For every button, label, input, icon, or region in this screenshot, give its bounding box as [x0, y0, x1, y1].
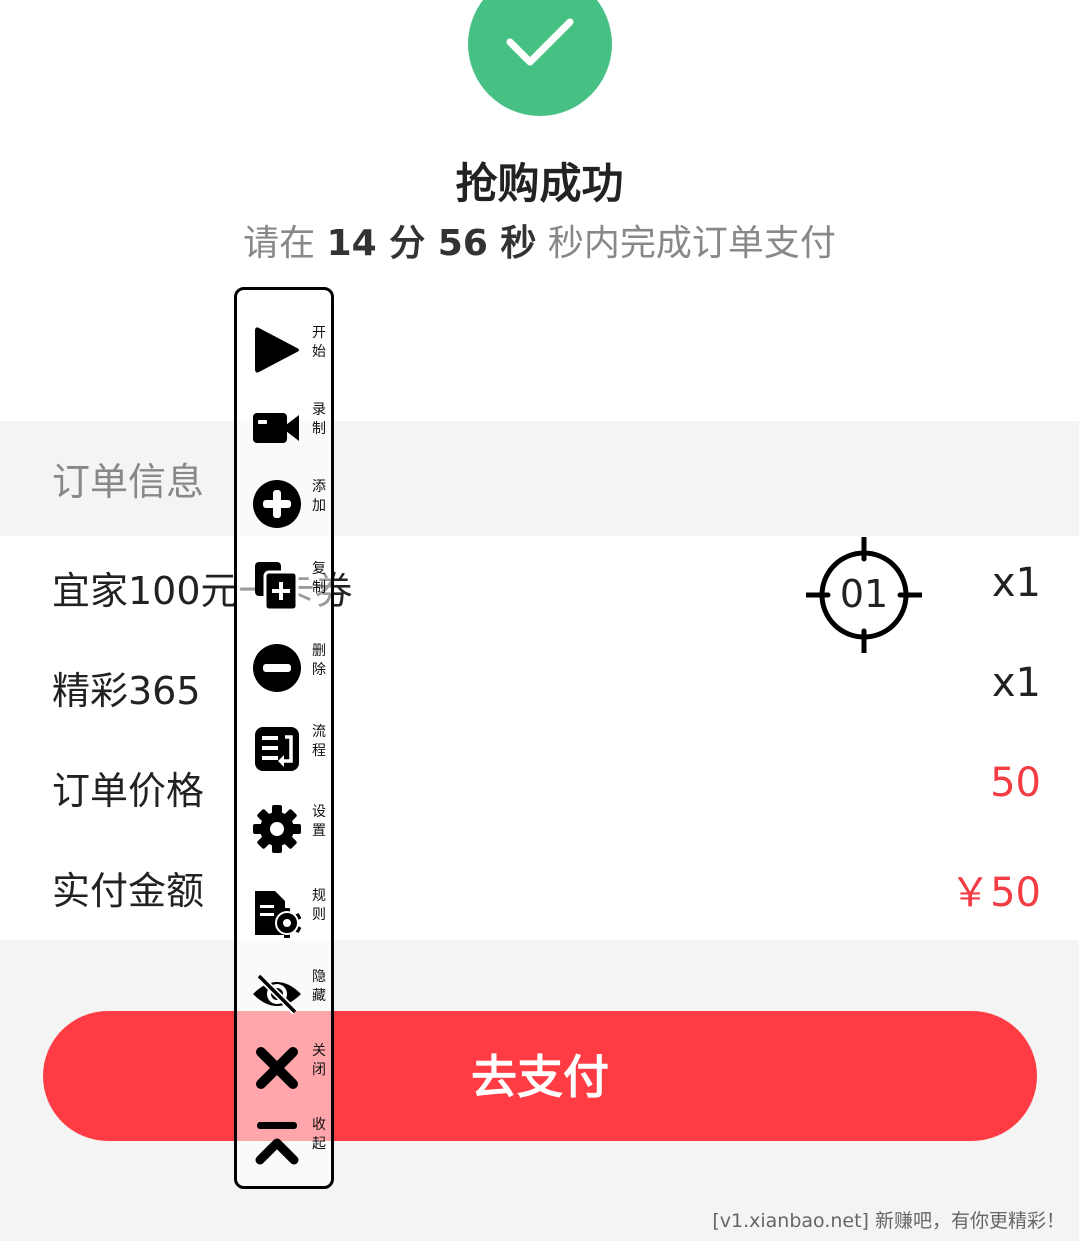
toolbar-record-button[interactable]: 录制 [237, 389, 337, 459]
toolbar-label: 流程 [312, 724, 326, 759]
toolbar-collapse-button[interactable]: 收起 [237, 1104, 337, 1174]
toolbar-label: 关闭 [312, 1043, 326, 1078]
check-icon [468, 0, 612, 116]
rules-icon [255, 891, 302, 938]
order-price-value: 50 [990, 760, 1041, 806]
toolbar-add-button[interactable]: 添加 [237, 466, 337, 536]
toolbar-hide-button[interactable]: 隐藏 [237, 956, 337, 1026]
paid-amount-value: ￥50 [950, 870, 1041, 916]
toolbar-label: 录制 [312, 402, 326, 437]
crosshair-label: 01 [839, 572, 889, 616]
pay-button[interactable]: 去支付 [43, 1011, 1037, 1141]
order-section-header: 订单信息 [0, 421, 1079, 536]
play-icon [255, 327, 299, 373]
page-title: 抢购成功 [455, 159, 624, 208]
toolbar-label: 隐藏 [312, 969, 326, 1004]
toolbar-flow-button[interactable]: 流程 [237, 711, 337, 781]
toolbar-delete-button[interactable]: 删除 [237, 630, 337, 700]
flow-icon [255, 727, 299, 771]
order-row-paid: 实付金额 ￥50 [0, 836, 1079, 936]
toolbar-label: 规则 [312, 888, 326, 923]
toolbar-label: 设置 [312, 804, 326, 839]
copy-icon [255, 562, 299, 612]
gear-icon [253, 805, 301, 853]
toolbar-label: 复制 [312, 561, 326, 596]
remove-circle-icon [253, 644, 301, 692]
item-name: 精彩365 [52, 669, 201, 713]
paid-amount-label: 实付金额 [52, 869, 205, 913]
order-price-label: 订单价格 [52, 769, 205, 813]
toolbar-settings-button[interactable]: 设置 [237, 791, 337, 861]
order-section-title: 订单信息 [52, 460, 205, 504]
close-icon [256, 1047, 298, 1089]
countdown-seconds: 56 [437, 223, 488, 264]
eye-off-icon [253, 973, 301, 1015]
floating-toolbar: 开始 录制 添加 复制 删除 流程 设置 规则 隐藏 关闭 收起 [234, 287, 334, 1189]
order-row-price: 订单价格 50 [0, 736, 1079, 836]
add-circle-icon [253, 480, 301, 528]
countdown-text: 请在 14 分 56 秒 秒内完成订单支付 [243, 223, 836, 264]
toolbar-close-button[interactable]: 关闭 [237, 1030, 337, 1100]
toolbar-label: 添加 [312, 479, 326, 514]
footer-watermark: [v1.xianbao.net] 新赚吧，有你更精彩！ [712, 1210, 1065, 1232]
toolbar-copy-button[interactable]: 复制 [237, 548, 337, 618]
collapse-icon [255, 1122, 299, 1165]
toolbar-label: 收起 [312, 1117, 326, 1152]
crosshair-target[interactable]: 01 [803, 534, 925, 656]
toolbar-rules-button[interactable]: 规则 [237, 875, 337, 945]
toolbar-label: 删除 [312, 643, 326, 678]
top-panel: 抢购成功 请在 14 分 56 秒 秒内完成订单支付 [0, 0, 1079, 421]
countdown-minutes: 14 [326, 223, 377, 264]
toolbar-start-button[interactable]: 开始 [237, 312, 337, 382]
item-quantity: x1 [991, 560, 1041, 606]
video-camera-icon [253, 413, 299, 443]
item-quantity: x1 [991, 660, 1041, 706]
toolbar-label: 开始 [312, 325, 326, 360]
